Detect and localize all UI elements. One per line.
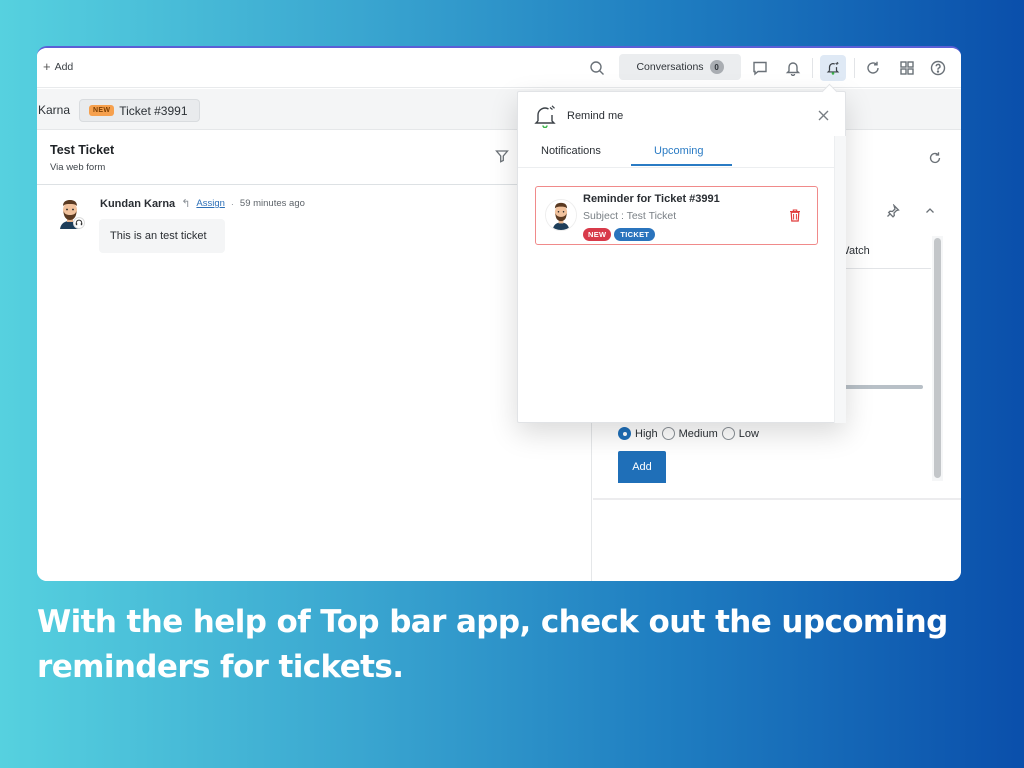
popover-scrollbar[interactable] (834, 136, 846, 423)
tab-upcoming[interactable]: Upcoming (654, 145, 704, 157)
top-bar: + Add Conversations 0 (37, 48, 961, 88)
ticket-title: Test Ticket (50, 143, 115, 157)
close-icon[interactable] (817, 109, 830, 122)
priority-radio-group: High Medium Low (618, 427, 759, 440)
tab-contact[interactable]: Karna (37, 99, 80, 121)
agent-avatar (60, 200, 85, 229)
tab-ticket[interactable]: NEW Ticket #3991 (79, 99, 200, 122)
refresh-icon[interactable] (928, 151, 942, 165)
priority-label-low: Low (738, 427, 759, 440)
conversations-count-badge: 0 (709, 60, 724, 74)
filter-icon[interactable] (495, 149, 509, 163)
promo-caption: With the help of Top bar app, check out … (37, 600, 977, 690)
remind-me-popover: Remind me Notifications Upcoming Reminde… (517, 91, 846, 423)
reminder-avatar (545, 199, 577, 231)
message-time: 59 minutes ago (239, 198, 305, 209)
reminder-badges: NEW TICKET (583, 228, 656, 241)
trash-icon[interactable] (789, 209, 801, 222)
horizontal-scrollbar[interactable] (839, 385, 923, 389)
message-header: Kundan Karna ↰ Assign · 59 minutes ago (100, 197, 305, 211)
priority-label-high: High (635, 427, 658, 440)
chat-icon[interactable] (751, 59, 769, 77)
remind-bell-icon (826, 61, 840, 75)
assign-link[interactable]: Assign (196, 198, 225, 209)
divider (833, 268, 931, 269)
pin-icon[interactable] (886, 203, 900, 218)
conversations-label: Conversations (636, 61, 704, 73)
ticket-header: Test Ticket Via web form (37, 131, 592, 185)
tab-label: Ticket #3991 (119, 103, 188, 118)
add-button-label: Add (54, 61, 74, 73)
active-tab-indicator (631, 164, 732, 166)
reminder-title: Reminder for Ticket #3991 (583, 193, 720, 205)
caption-line-2: reminders for tickets. (37, 649, 404, 685)
tab-notifications[interactable]: Notifications (541, 145, 601, 157)
divider (854, 58, 855, 78)
remind-bell-icon (534, 105, 556, 128)
conversation-pane: Test Ticket Via web form Kundan Karna ↰ … (37, 131, 592, 581)
add-button[interactable]: + Add (43, 59, 74, 74)
reminder-item[interactable]: Reminder for Ticket #3991 Subject : Test… (535, 186, 818, 245)
reminder-subject: Subject : Test Ticket (583, 210, 677, 222)
caption-line-1: With the help of Top bar app, check out … (37, 604, 948, 640)
message-body: This is an test ticket (99, 219, 225, 253)
separator: · (230, 198, 234, 209)
apps-grid-icon[interactable] (898, 59, 916, 77)
remind-me-button[interactable] (820, 55, 846, 81)
reply-icon: ↰ (181, 198, 191, 210)
popover-title: Remind me (567, 110, 624, 122)
tab-label: Karna (38, 103, 71, 117)
search-icon[interactable] (588, 59, 606, 77)
add-reminder-button[interactable]: Add (618, 451, 666, 483)
chevron-up-icon[interactable] (923, 204, 937, 218)
priority-label-medium: Medium (678, 427, 718, 440)
bell-icon[interactable] (784, 59, 802, 77)
vertical-scrollbar[interactable] (934, 238, 941, 478)
priority-radio-medium[interactable] (661, 427, 675, 440)
priority-radio-low[interactable] (721, 427, 735, 440)
divider (593, 498, 961, 500)
plus-icon: + (43, 59, 51, 74)
popover-tabs: Notifications Upcoming (518, 136, 834, 168)
new-badge: NEW (89, 105, 115, 116)
refresh-icon[interactable] (864, 59, 882, 77)
ticket-source: Via web form (50, 162, 106, 173)
priority-radio-high[interactable] (618, 427, 631, 440)
author-name: Kundan Karna (100, 197, 176, 210)
help-icon[interactable] (929, 59, 947, 77)
type-badge-ticket: TICKET (614, 228, 656, 241)
divider (812, 58, 813, 78)
conversations-button[interactable]: Conversations 0 (619, 54, 741, 80)
status-badge-new: NEW (583, 228, 612, 241)
